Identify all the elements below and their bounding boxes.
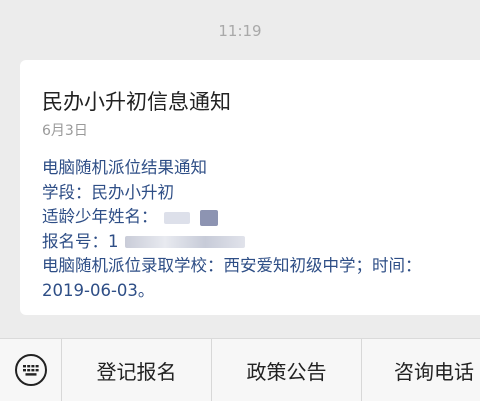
redacted-registration-blur (124, 236, 245, 248)
menu-hotline-button[interactable]: 咨询电话 (362, 339, 480, 401)
message-timestamp: 11:19 (218, 22, 262, 40)
stage-line: 学段：民办小升初 (42, 182, 174, 202)
redacted-name-block (199, 209, 218, 226)
registration-label: 报名号：1 (42, 231, 119, 251)
name-label: 适龄少年姓名： (42, 207, 158, 226)
menu-policy-button[interactable]: 政策公告 (212, 339, 362, 401)
keyboard-toggle-button[interactable] (0, 339, 62, 401)
message-body: 电脑随机派位结果通知 学段：民办小升初 适龄少年姓名： 报名号：1 电脑随机派位… (42, 156, 480, 303)
datetime-line: 2019-06-03。 (42, 280, 155, 300)
message-date: 6月3日 (42, 123, 88, 139)
notice-header-line: 电脑随机派位结果通知 (42, 158, 207, 177)
message-title: 民办小升初信息通知 (42, 90, 231, 114)
menu-register-button[interactable]: 登记报名 (62, 339, 212, 401)
keyboard-icon (14, 354, 47, 386)
official-account-menu-bar: 登记报名 政策公告 咨询电话 (0, 338, 480, 401)
template-message-card[interactable]: 民办小升初信息通知 6月3日 电脑随机派位结果通知 学段：民办小升初 适龄少年姓… (20, 60, 480, 315)
result-line: 电脑随机派位录取学校：西安爱知初级中学；时间： (42, 256, 422, 275)
redacted-name-blur (163, 211, 190, 224)
name-line: 适龄少年姓名： (42, 205, 480, 230)
registration-line: 报名号：1 (42, 230, 480, 255)
